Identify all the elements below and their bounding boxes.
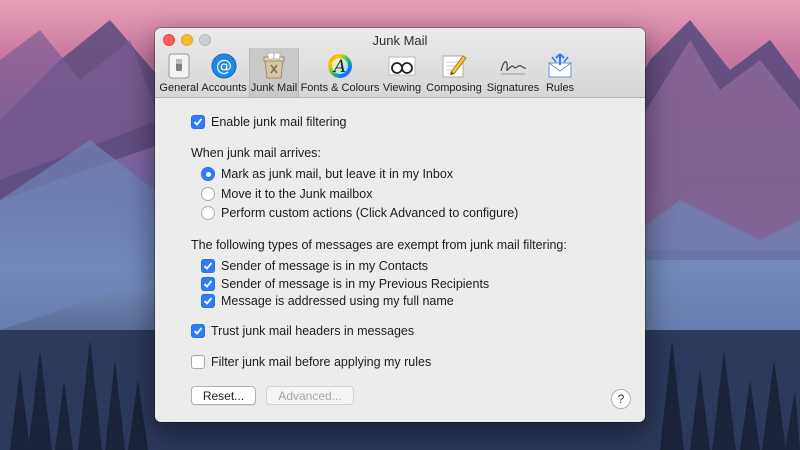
enable-filtering-row[interactable]: Enable junk mail filtering	[191, 115, 347, 129]
tab-accounts[interactable]: @ Accounts	[201, 48, 247, 97]
arrival-option-mark-in-inbox[interactable]: Mark as junk mail, but leave it in my In…	[201, 167, 453, 181]
reset-button[interactable]: Reset...	[191, 386, 256, 405]
checkbox-label: Sender of message is in my Contacts	[221, 259, 429, 273]
tab-fonts-colours[interactable]: A Fonts & Colours	[301, 48, 379, 97]
exempt-full-name-checkbox[interactable]	[201, 294, 215, 308]
rules-envelope-icon	[545, 52, 575, 80]
window-title: Junk Mail	[372, 33, 428, 48]
exempt-previous-recipients-checkbox[interactable]	[201, 277, 215, 291]
radio-custom-actions[interactable]	[201, 206, 215, 220]
filter-before-rules-checkbox[interactable]	[191, 355, 205, 369]
exempt-heading: The following types of messages are exem…	[191, 238, 567, 252]
exempt-contacts-row[interactable]: Sender of message is in my Contacts	[201, 259, 428, 273]
checkbox-label: Sender of message is in my Previous Reci…	[221, 277, 490, 291]
tab-signatures[interactable]: Signatures	[485, 48, 541, 97]
checkbox-label: Trust junk mail headers in messages	[211, 324, 415, 338]
radio-label: Perform custom actions (Click Advanced t…	[221, 206, 519, 220]
exempt-contacts-checkbox[interactable]	[201, 259, 215, 273]
pencil-paper-icon	[439, 52, 469, 80]
checkbox-label: Message is addressed using my full name	[221, 294, 454, 308]
titlebar: Junk Mail General @ Accounts Junk Mail A…	[155, 28, 645, 98]
tab-junk-mail[interactable]: Junk Mail	[249, 48, 299, 97]
exempt-previous-recipients-row[interactable]: Sender of message is in my Previous Reci…	[201, 277, 489, 291]
radio-move-to-junk[interactable]	[201, 187, 215, 201]
signature-icon	[498, 52, 528, 80]
glasses-icon	[387, 52, 417, 80]
arrival-option-move-to-junk[interactable]: Move it to the Junk mailbox	[201, 187, 372, 201]
tab-composing[interactable]: Composing	[425, 48, 483, 97]
tab-general[interactable]: General	[159, 48, 199, 97]
radio-label: Mark as junk mail, but leave it in my In…	[221, 167, 454, 181]
junk-bin-icon	[259, 52, 289, 80]
enable-filtering-label: Enable junk mail filtering	[211, 115, 347, 129]
checkbox-label: Filter junk mail before applying my rule…	[211, 355, 432, 369]
arrival-option-custom-actions[interactable]: Perform custom actions (Click Advanced t…	[201, 206, 518, 220]
help-button[interactable]: ?	[611, 389, 631, 409]
switch-icon	[164, 52, 194, 80]
enable-filtering-checkbox[interactable]	[191, 115, 205, 129]
svg-text:@: @	[216, 56, 232, 75]
radio-label: Move it to the Junk mailbox	[221, 187, 373, 201]
advanced-button[interactable]: Advanced...	[266, 386, 354, 405]
tab-rules[interactable]: Rules	[543, 48, 577, 97]
tab-viewing[interactable]: Viewing	[381, 48, 423, 97]
trust-headers-row[interactable]: Trust junk mail headers in messages	[191, 324, 414, 338]
font-colour-icon: A	[325, 52, 355, 80]
radio-mark-in-inbox[interactable]	[201, 167, 215, 181]
trust-headers-checkbox[interactable]	[191, 324, 205, 338]
at-sign-icon: @	[209, 52, 239, 80]
exempt-full-name-row[interactable]: Message is addressed using my full name	[201, 294, 454, 308]
svg-text:A: A	[332, 57, 346, 77]
junk-mail-preferences-window: Junk Mail General @ Accounts Junk Mail A…	[155, 28, 645, 422]
filter-before-rules-row[interactable]: Filter junk mail before applying my rule…	[191, 355, 431, 369]
preferences-toolbar: General @ Accounts Junk Mail A Fonts & C…	[159, 48, 579, 97]
arrival-heading: When junk mail arrives:	[191, 146, 321, 160]
